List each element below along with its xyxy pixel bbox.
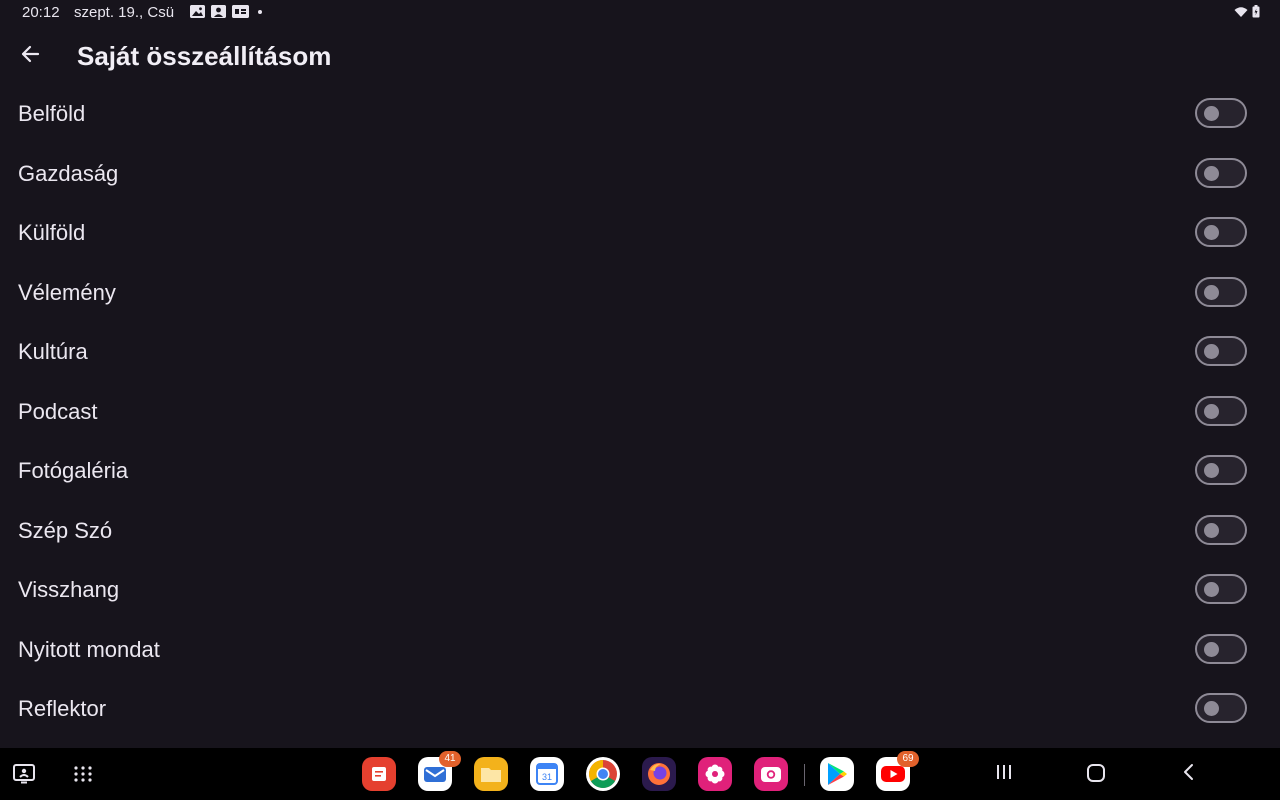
toggle-knob: [1204, 225, 1219, 240]
category-label: Külföld: [18, 220, 86, 245]
firefox-app-icon[interactable]: [642, 757, 676, 791]
more-notifications-dot: [258, 9, 262, 14]
category-label: Belföld: [18, 101, 86, 126]
toggle-switch[interactable]: [1195, 514, 1247, 545]
recent-screen-icon[interactable]: [12, 763, 36, 790]
chat-icon: [232, 5, 249, 18]
toggle-knob: [1204, 582, 1219, 597]
chrome-app-icon[interactable]: [586, 757, 620, 791]
notes-app-icon[interactable]: [362, 757, 396, 791]
category-label: Reflektor: [18, 696, 107, 721]
toggle-knob: [1204, 701, 1219, 716]
category-row-szep-szo[interactable]: Szép Szó: [0, 502, 1280, 562]
page-title: Saját összeállításom: [77, 41, 332, 71]
category-label: Podcast: [18, 398, 98, 424]
toggle-knob: [1204, 165, 1219, 181]
back-button[interactable]: [14, 40, 46, 72]
toggle-switch[interactable]: [1195, 455, 1247, 485]
category-row-podcast[interactable]: Podcast: [0, 383, 1280, 443]
toggle-switch[interactable]: [1195, 574, 1247, 604]
category-row-velemeny[interactable]: Vélemény: [0, 264, 1280, 324]
category-label: Fotógaléria: [18, 458, 129, 483]
recents-button-icon[interactable]: [995, 763, 1013, 786]
files-app-icon[interactable]: [474, 757, 508, 791]
toggle-knob: [1204, 344, 1219, 359]
toggle-switch[interactable]: [1195, 157, 1247, 188]
toggle-switch[interactable]: [1195, 336, 1247, 366]
status-bar: 20:12 szept. 19., Csü: [0, 0, 1280, 26]
camera-app-icon[interactable]: [754, 757, 788, 791]
toggle-knob: [1204, 284, 1219, 300]
toggle-knob: [1204, 522, 1219, 538]
category-label: Gazdaság: [18, 160, 119, 186]
flower-app-icon[interactable]: [698, 757, 732, 791]
category-row-visszhang[interactable]: Visszhang: [0, 561, 1280, 621]
contacts-icon: [211, 5, 226, 18]
taskbar: 41 31 69: [0, 748, 1280, 800]
category-row-kulfold[interactable]: Külföld: [0, 204, 1280, 264]
toggle-knob: [1204, 106, 1219, 121]
mail-app-icon[interactable]: 41: [418, 751, 461, 791]
category-row-kultura[interactable]: Kultúra: [0, 323, 1280, 383]
status-time: 20:12: [22, 4, 60, 21]
toggle-knob: [1204, 463, 1219, 478]
category-label: Kultúra: [18, 339, 88, 364]
dock-separator: [804, 764, 805, 786]
calendar-app-icon[interactable]: 31: [530, 757, 564, 791]
category-label: Szép Szó: [18, 517, 113, 543]
category-label: Visszhang: [18, 577, 120, 602]
toggle-switch[interactable]: [1195, 217, 1247, 247]
toggle-knob: [1204, 403, 1219, 419]
toggle-knob: [1204, 641, 1219, 657]
arrow-left-icon: [20, 44, 40, 69]
youtube-app-icon[interactable]: 69: [876, 751, 919, 791]
app-drawer-icon[interactable]: [73, 764, 93, 789]
back-button-icon[interactable]: [1180, 763, 1198, 786]
category-row-belfold[interactable]: Belföld: [0, 85, 1280, 145]
gallery-icon: [190, 5, 205, 18]
category-row-gazdasag[interactable]: Gazdaság: [0, 145, 1280, 205]
category-label: Vélemény: [18, 279, 116, 305]
youtube-badge: 69: [897, 751, 919, 767]
system-status-icons: [1234, 5, 1260, 22]
notification-icons: [190, 5, 262, 18]
calendar-day-text: 31: [542, 772, 552, 782]
toggle-switch[interactable]: [1195, 98, 1247, 128]
mail-badge: 41: [439, 751, 461, 767]
battery-icon: [1252, 5, 1260, 22]
toggle-switch[interactable]: [1195, 276, 1247, 307]
home-button-icon[interactable]: [1086, 763, 1106, 788]
status-date: szept. 19., Csü: [74, 4, 175, 21]
category-list: Belföld Gazdaság Külföld Vélemény Kultúr…: [0, 85, 1280, 740]
toggle-switch[interactable]: [1195, 693, 1247, 723]
category-row-nyitott-mondat[interactable]: Nyitott mondat: [0, 621, 1280, 681]
toggle-switch[interactable]: [1195, 633, 1247, 664]
toggle-switch[interactable]: [1195, 395, 1247, 426]
category-row-reflektor[interactable]: Reflektor: [0, 680, 1280, 740]
wifi-icon: [1234, 5, 1248, 22]
category-label: Nyitott mondat: [18, 636, 160, 662]
play-store-app-icon[interactable]: [820, 757, 854, 791]
category-row-fotogaleria[interactable]: Fotógaléria: [0, 442, 1280, 502]
app-bar: Saját összeállításom: [0, 30, 1280, 82]
